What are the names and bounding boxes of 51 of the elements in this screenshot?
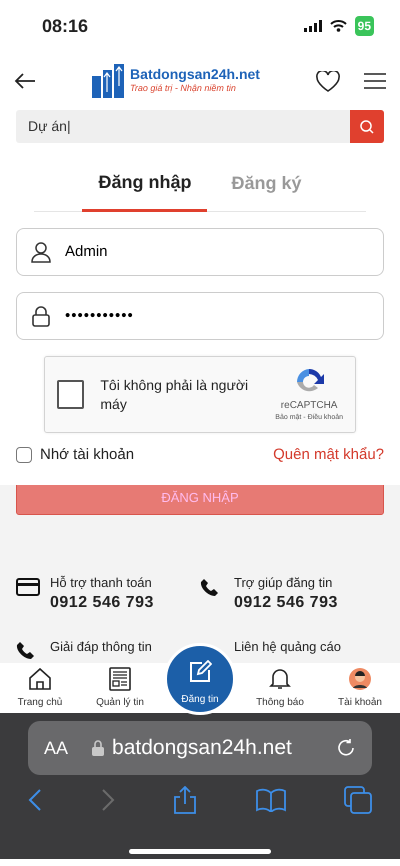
password-input[interactable]: ••••••••••• [63,304,369,328]
share-icon[interactable] [173,786,197,814]
support-label: Giải đáp thông tin [50,638,152,654]
edit-icon [188,660,212,684]
support-phone: 0912 546 793 [234,592,338,613]
phone-icon [200,578,218,596]
nav-tab[interactable]: Quản lý tin [80,663,160,713]
avatar-icon [348,667,372,691]
logo-tagline: Trao giá trị - Nhận niềm tin [130,82,237,95]
wifi-icon [330,20,347,32]
recaptcha-label: reCAPTCHA [280,398,338,413]
lock-icon [31,306,51,326]
username-field[interactable]: Admin [16,228,384,276]
signal-icon [304,20,322,32]
text-size-button[interactable]: AA [44,734,68,762]
search-button[interactable] [350,110,384,143]
user-icon [31,242,51,262]
username-input[interactable]: Admin [63,240,369,264]
logo-icon [92,64,126,98]
reload-icon[interactable] [336,738,356,758]
remember-label: Nhớ tài khoản [40,444,134,465]
back-arrow-icon[interactable] [14,73,36,89]
heart-icon[interactable] [316,70,340,92]
newspaper-icon [108,667,132,691]
search-icon [360,120,374,134]
phone-icon [16,641,34,660]
forgot-password-link[interactable]: Quên mật khẩu? [273,444,384,466]
battery-level: 95 [354,16,374,36]
nav-tab[interactable]: Trang chủ [0,663,80,713]
credit-card-icon [16,578,40,596]
support-label: Trợ giúp đăng tin [234,575,334,591]
home-icon [28,667,52,691]
menu-icon[interactable] [364,73,386,89]
password-field[interactable]: ••••••••••• [16,292,384,340]
remember-checkbox[interactable] [16,447,32,463]
tabs-icon[interactable] [344,786,372,814]
support-label: Hỗ trợ thanh toán [50,575,153,591]
lock-icon [92,740,104,756]
back-icon[interactable] [28,789,42,811]
logo-title: Batdongsan24h.net [130,66,260,82]
book-icon[interactable] [256,788,286,812]
support-phone: 0912 546 793 [50,592,154,613]
captcha-label: Tôi không phải là người máy [100,376,250,414]
nav-tab[interactable]: Thông báo [240,663,320,713]
status-time: 08:16 [42,14,88,38]
url-text: batdongsan24h.net [112,735,292,762]
support-label: Liên hệ quảng cáo [234,638,341,654]
nav-tab[interactable]: Tài khoản [320,663,400,713]
bell-icon [268,667,292,691]
login-tab[interactable]: Đăng nhập [82,165,208,212]
captcha-checkbox[interactable] [57,380,84,409]
